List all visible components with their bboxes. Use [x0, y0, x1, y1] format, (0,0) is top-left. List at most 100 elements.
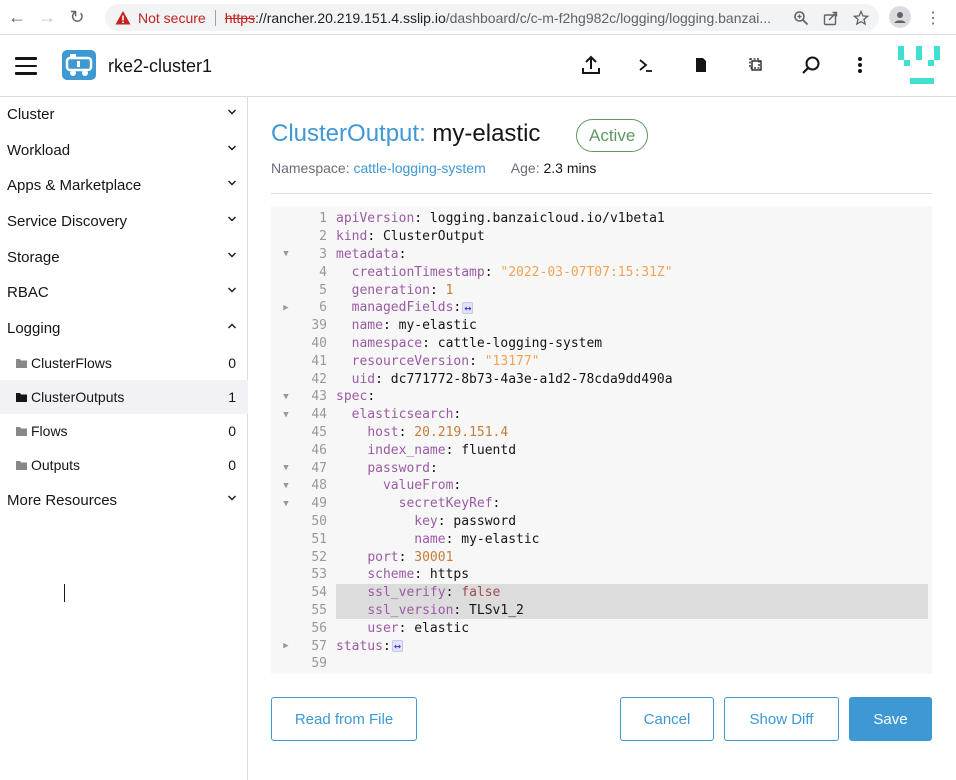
browser-menu-icon[interactable]: ⋮	[925, 8, 941, 28]
code-token: : my-elastic	[445, 531, 540, 547]
code-line[interactable]: 53 scheme: https	[271, 566, 932, 584]
fold-open-icon[interactable]: ▼	[271, 410, 301, 420]
code-line[interactable]: 56 user: elastic	[271, 619, 932, 637]
read-from-file-button[interactable]: Read from File	[271, 697, 417, 741]
code-text: ssl_version: TLSv1_2	[336, 601, 928, 620]
fold-open-icon[interactable]: ▼	[271, 499, 301, 509]
nav-group-more-resources[interactable]: More Resources	[0, 483, 248, 517]
import-yaml-icon[interactable]	[580, 54, 602, 76]
code-line[interactable]: ▼ 48 valueFrom:	[271, 477, 932, 495]
cluster-name[interactable]: rke2-cluster1	[108, 56, 212, 77]
nav-group-storage[interactable]: Storage	[0, 240, 248, 274]
fold-open-icon[interactable]: ▼	[271, 463, 301, 473]
code-line[interactable]: 1 apiVersion: logging.banzaicloud.io/v1be…	[271, 210, 932, 228]
sidebar-item-clusteroutputs[interactable]: ClusterOutputs 1	[0, 380, 248, 414]
user-avatar[interactable]	[898, 46, 940, 88]
folded-placeholder-icon[interactable]: ↔	[462, 301, 474, 314]
forward-icon[interactable]: →	[34, 4, 60, 30]
back-icon[interactable]: ←	[4, 4, 30, 30]
code-line[interactable]: 46 index_name: fluentd	[271, 441, 932, 459]
line-number: 43	[311, 389, 327, 405]
show-diff-button[interactable]: Show Diff	[724, 697, 839, 741]
sidebar-item-outputs[interactable]: Outputs 0	[0, 448, 248, 482]
copy-kubeconfig-icon[interactable]	[745, 54, 767, 76]
nav-group-workload[interactable]: Workload	[0, 133, 248, 167]
status-badge: Active	[576, 119, 649, 152]
yaml-editor[interactable]: 1 apiVersion: logging.banzaicloud.io/v1be…	[271, 206, 932, 674]
code-line[interactable]: ▼ 44 elasticsearch:	[271, 406, 932, 424]
profile-icon[interactable]	[889, 6, 911, 28]
code-line[interactable]: 59	[271, 655, 932, 673]
code-line[interactable]: 2 kind: ClusterOutput	[271, 228, 932, 246]
nav-group-rbac[interactable]: RBAC	[0, 275, 248, 309]
code-line[interactable]: 51 name: my-elastic	[271, 530, 932, 548]
code-token: :	[469, 353, 485, 369]
cancel-button[interactable]: Cancel	[620, 697, 714, 741]
nav-group-service-discovery[interactable]: Service Discovery	[0, 204, 248, 238]
fold-open-icon[interactable]: ▼	[271, 249, 301, 259]
code-line[interactable]: 42 uid: dc771772-8b73-4a3e-a1d2-78cda9dd…	[271, 370, 932, 388]
star-icon[interactable]	[853, 9, 869, 26]
chevron-down-icon	[228, 145, 236, 151]
code-line[interactable]: 52 port: 30001	[271, 548, 932, 566]
fold-closed-icon[interactable]: ▶	[271, 641, 301, 651]
nav-group-apps-marketplace[interactable]: Apps & Marketplace	[0, 168, 248, 202]
code-line[interactable]: 50 key: password	[271, 513, 932, 531]
security-label[interactable]: Not secure	[138, 10, 206, 26]
sidebar-item-count: 0	[228, 423, 236, 439]
kubectl-shell-icon[interactable]	[635, 54, 657, 76]
sidebar-item-count: 0	[228, 355, 236, 371]
code-line[interactable]: ▼ 47 password:	[271, 459, 932, 477]
reload-icon[interactable]: ↻	[64, 4, 90, 30]
namespace-link[interactable]: cattle-logging-system	[353, 160, 485, 176]
folded-placeholder-icon[interactable]: ↔	[391, 640, 404, 653]
code-line[interactable]: ▼ 49 secretKeyRef:	[271, 495, 932, 513]
code-line[interactable]: 55 ssl_version: TLSv1_2	[271, 601, 932, 620]
code-line[interactable]: 4 creationTimestamp: "2022-03-07T07:15:3…	[271, 263, 932, 281]
omnibox-separator	[214, 9, 216, 26]
code-line[interactable]: 5 generation: 1	[271, 281, 932, 299]
code-line[interactable]: 54 ssl_verify: false	[271, 583, 932, 602]
zoom-icon[interactable]	[793, 10, 809, 26]
sidebar-item-clusterflows[interactable]: ClusterFlows 0	[0, 346, 248, 380]
search-icon[interactable]	[800, 54, 822, 76]
resource-kind-link[interactable]: ClusterOutput:	[271, 120, 426, 147]
line-number: 45	[311, 424, 327, 440]
code-line[interactable]: 40 namespace: cattle-logging-system	[271, 335, 932, 353]
address-bar[interactable]: Not secure https://rancher.20.219.151.4.…	[105, 4, 879, 31]
code-token: user	[367, 620, 399, 636]
code-token: host	[367, 424, 399, 440]
chevron-down-icon	[228, 216, 236, 222]
line-number: 52	[311, 549, 327, 565]
code-line[interactable]: ▶ 6 managedFields: ↔	[271, 299, 932, 317]
fold-open-icon[interactable]: ▼	[271, 481, 301, 491]
nav-group-logging[interactable]: Logging	[0, 311, 248, 345]
code-token: false	[461, 585, 501, 601]
fold-open-icon[interactable]: ▼	[271, 392, 301, 402]
chevron-down-icon	[228, 252, 236, 258]
nav-group-cluster[interactable]: Cluster	[0, 97, 248, 131]
fold-closed-icon[interactable]: ▶	[271, 303, 301, 313]
save-button[interactable]: Save	[849, 697, 932, 741]
text-cursor	[64, 584, 65, 602]
more-actions-icon[interactable]	[849, 54, 871, 76]
download-kubeconfig-icon[interactable]	[690, 54, 712, 76]
code-line[interactable]: ▶ 57 status: ↔	[271, 637, 932, 655]
age-value: 2.3 mins	[543, 160, 597, 176]
menu-icon[interactable]	[15, 57, 37, 75]
code-line[interactable]: ▼ 3 metadata:	[271, 246, 932, 264]
code-line[interactable]: 41 resourceVersion: "13177"	[271, 352, 932, 370]
code-line[interactable]: 39 name: my-elastic	[271, 317, 932, 335]
code-line[interactable]: ▼ 43 spec:	[271, 388, 932, 406]
sidebar-item-count: 0	[228, 457, 236, 473]
url-text[interactable]: https://rancher.20.219.151.4.sslip.io/da…	[225, 10, 777, 26]
code-token: 30001	[414, 549, 454, 565]
code-line[interactable]: 45 host: 20.219.151.4	[271, 424, 932, 442]
sidebar-item-flows[interactable]: Flows 0	[0, 414, 248, 448]
share-icon[interactable]	[823, 10, 839, 26]
